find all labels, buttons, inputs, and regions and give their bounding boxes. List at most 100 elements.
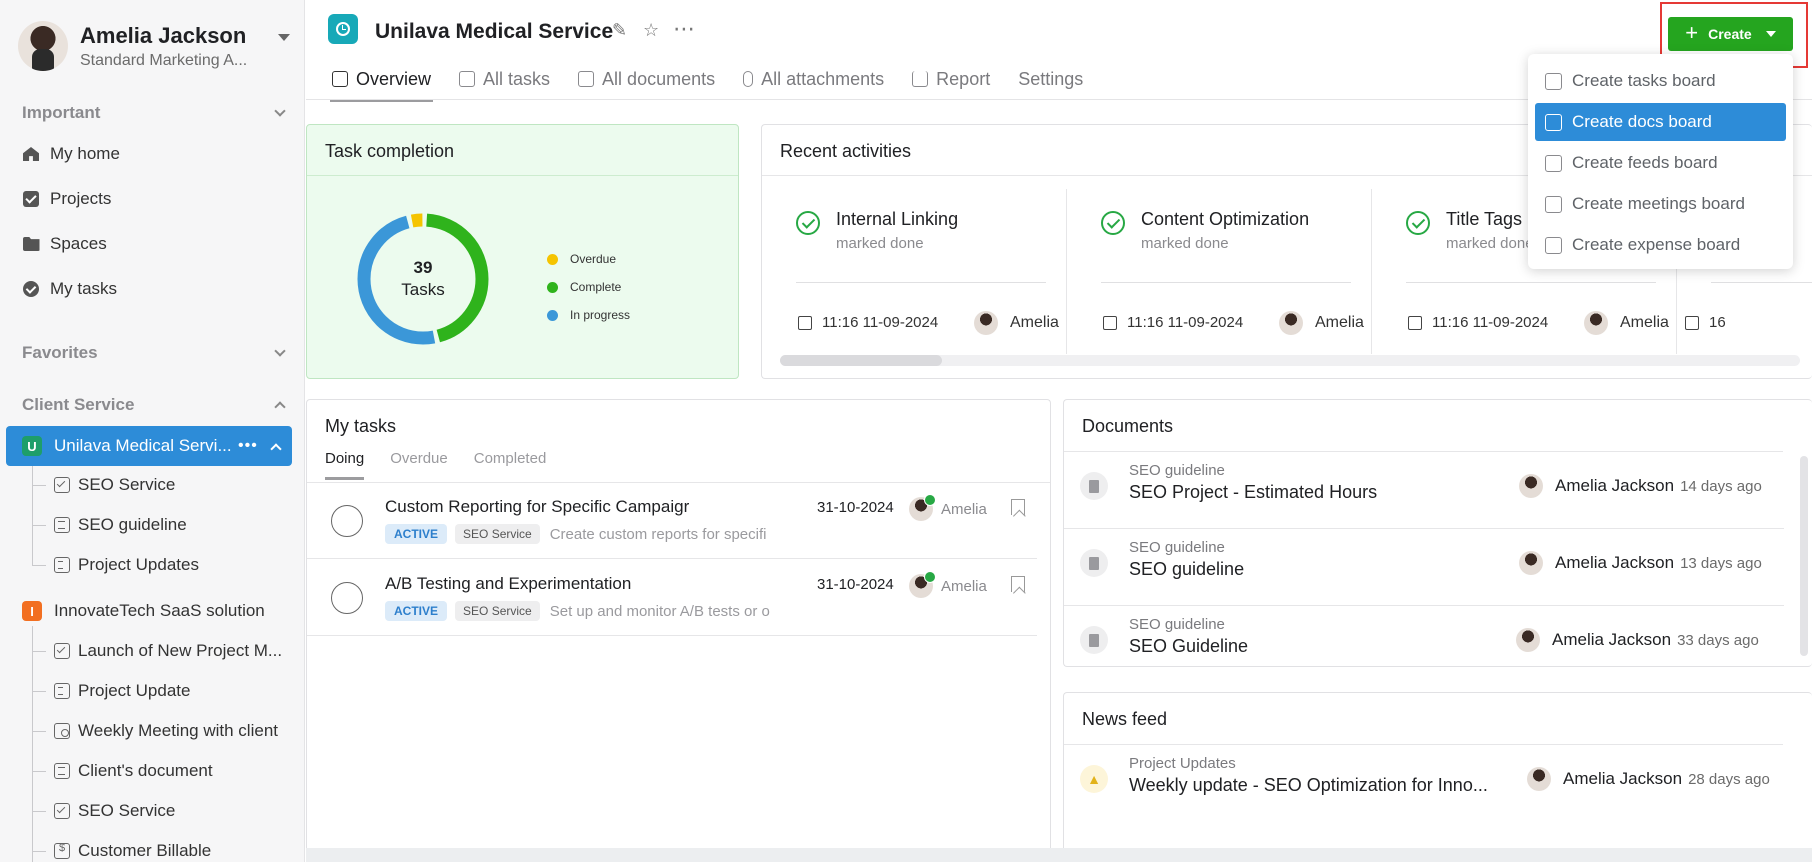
doc-board-icon [54, 517, 70, 533]
task-row[interactable]: A/B Testing and Experimentation ACTIVE S… [307, 560, 1037, 636]
chevron-down-icon[interactable] [274, 345, 286, 357]
menu-item-create-docs-board[interactable]: Create docs board [1535, 103, 1786, 141]
sidebar-item-clients-document[interactable]: Client's document [32, 756, 294, 786]
task-complete-checkbox[interactable] [331, 582, 363, 614]
tab-settings[interactable]: Settings [1016, 62, 1085, 96]
sidebar-item-my-home[interactable]: My home [22, 139, 292, 169]
caret-down-icon[interactable] [278, 33, 290, 41]
home-icon [23, 147, 39, 161]
menu-item-create-tasks-board[interactable]: Create tasks board [1535, 62, 1786, 100]
sidebar-item-seo-service[interactable]: SEO Service [32, 470, 294, 500]
sidebar-item-weekly-meeting[interactable]: Weekly Meeting with client [32, 716, 294, 746]
check-circle-icon [23, 281, 39, 297]
avatar [1527, 767, 1551, 791]
sidebar-item-project-updates[interactable]: Project Updates [32, 550, 294, 580]
doc-board-icon [1545, 113, 1562, 131]
tab-all-attachments[interactable]: All attachments [741, 62, 886, 96]
document-icon [578, 71, 595, 87]
calendar-icon [1685, 315, 1699, 330]
card-title: News feed [1082, 709, 1168, 729]
sidebar-item-my-tasks[interactable]: My tasks [22, 274, 292, 304]
tab-completed[interactable]: Completed [474, 450, 547, 480]
chevron-down-icon[interactable] [274, 105, 286, 117]
my-tasks-card: My tasks Doing Overdue Completed Custom … [306, 399, 1051, 862]
document-row[interactable]: SEO guideline SEO Project - Estimated Ho… [1064, 452, 1784, 529]
project-icon [328, 14, 358, 44]
sidebar-space-innovatetech[interactable]: I InnovateTech SaaS solution [6, 596, 292, 626]
legend-dot [547, 281, 558, 293]
scrollbar-thumb[interactable] [780, 355, 942, 366]
page-horizontal-scrollbar[interactable] [306, 848, 1812, 862]
task-icon [459, 71, 476, 87]
news-feed-card: News feed ▲ Project Updates Weekly updat… [1063, 692, 1812, 862]
more-icon[interactable]: ••• [238, 437, 258, 455]
section-client-service[interactable]: Client Service [22, 393, 292, 417]
check-circle-icon [1406, 211, 1430, 235]
check-square-icon [23, 191, 39, 207]
sidebar-item-projects[interactable]: Projects [22, 184, 292, 214]
vertical-scrollbar[interactable] [1800, 456, 1808, 656]
activity-item[interactable]: Content Optimization marked done 11:16 1… [1067, 189, 1372, 354]
section-important[interactable]: Important [22, 101, 292, 125]
document-icon [1080, 549, 1108, 577]
profile-role: Standard Marketing A... [80, 51, 248, 69]
tab-overdue[interactable]: Overdue [390, 450, 448, 480]
chevron-up-icon[interactable] [270, 442, 282, 455]
chevron-up-icon[interactable] [274, 401, 286, 413]
menu-item-create-expense-board[interactable]: Create expense board [1535, 226, 1786, 264]
clock-icon [336, 22, 350, 36]
star-icon[interactable]: ☆ [643, 20, 659, 41]
menu-item-create-feeds-board[interactable]: Create feeds board [1535, 144, 1786, 182]
feed-board-icon [54, 683, 70, 699]
task-complete-checkbox[interactable] [331, 505, 363, 537]
task-row[interactable]: Custom Reporting for Specific Campaigr A… [307, 483, 1037, 559]
tab-all-tasks[interactable]: All tasks [457, 62, 552, 96]
sidebar-item-launch-project[interactable]: Launch of New Project M... [32, 636, 294, 666]
meeting-board-icon [54, 723, 70, 739]
more-icon[interactable]: ⋯ [673, 16, 695, 42]
menu-item-create-meetings-board[interactable]: Create meetings board [1535, 185, 1786, 223]
tab-report[interactable]: Report [910, 62, 992, 96]
avatar [909, 494, 936, 521]
bookmark-icon[interactable] [1011, 576, 1025, 592]
card-title: My tasks [325, 416, 397, 436]
sidebar-item-seo-guideline[interactable]: SEO guideline [32, 510, 294, 540]
donut-total: 39 [413, 258, 433, 277]
status-badge: ACTIVE [385, 601, 448, 621]
check-circle-icon [1101, 211, 1125, 235]
sidebar-item-seo-service-2[interactable]: SEO Service [32, 796, 294, 826]
grid-icon [332, 71, 348, 87]
space-tag: SEO Service [455, 524, 540, 544]
sidebar-item-customer-billable[interactable]: Customer Billable [32, 836, 294, 862]
legend-in-progress: In progress [547, 301, 630, 329]
task-donut-chart: 39 Tasks [355, 211, 491, 347]
sidebar-item-spaces[interactable]: Spaces [22, 229, 292, 259]
news-row[interactable]: ▲ Project Updates Weekly update - SEO Op… [1064, 745, 1784, 822]
task-board-icon [1545, 72, 1562, 90]
document-row[interactable]: SEO guideline SEO Guideline Amelia Jacks… [1064, 606, 1784, 666]
tab-doing[interactable]: Doing [325, 450, 365, 480]
edit-icon[interactable]: ✎ [612, 20, 627, 41]
task-completion-card: Task completion 39 Tasks Overdue Complet… [306, 124, 739, 379]
avatar [18, 21, 68, 71]
section-favorites[interactable]: Favorites [22, 341, 292, 365]
tab-all-documents[interactable]: All documents [576, 62, 717, 96]
sidebar-item-project-update[interactable]: Project Update [32, 676, 294, 706]
profile-switcher[interactable]: Amelia Jackson Standard Marketing A... [18, 18, 298, 74]
avatar [1279, 311, 1303, 335]
check-circle-icon [796, 211, 820, 235]
doc-board-icon [54, 763, 70, 779]
feed-board-icon [1545, 154, 1562, 172]
tab-overview[interactable]: Overview [330, 62, 434, 102]
sidebar-space-unilava[interactable]: U Unilava Medical Servi... ••• [6, 426, 292, 466]
document-row[interactable]: SEO guideline SEO guideline Amelia Jacks… [1064, 529, 1784, 606]
avatar [974, 311, 998, 335]
bookmark-icon[interactable] [1011, 499, 1025, 515]
horizontal-scrollbar[interactable] [780, 355, 1800, 366]
activity-item[interactable]: Internal Linking marked done 11:16 11-09… [762, 189, 1067, 354]
space-tag: SEO Service [455, 601, 540, 621]
card-title: Documents [1082, 416, 1174, 436]
paperclip-icon [743, 71, 754, 87]
calendar-icon [1103, 315, 1117, 330]
avatar [1519, 551, 1543, 575]
